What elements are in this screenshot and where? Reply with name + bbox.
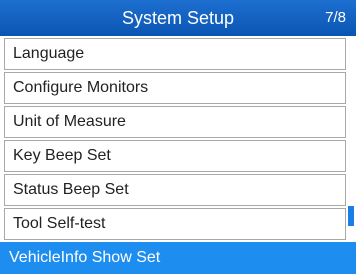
title-bar: System Setup 7/8 xyxy=(0,0,356,36)
menu-item-status-beep-set[interactable]: Status Beep Set xyxy=(4,174,346,206)
page-indicator: 7/8 xyxy=(325,9,346,26)
menu-item-tool-self-test[interactable]: Tool Self-test xyxy=(4,208,346,240)
menu-item-unit-of-measure[interactable]: Unit of Measure xyxy=(4,106,346,138)
setup-menu: Language Configure Monitors Unit of Meas… xyxy=(0,36,356,274)
menu-item-language[interactable]: Language xyxy=(4,38,346,70)
scrollbar-thumb[interactable] xyxy=(348,206,354,226)
screen-title: System Setup xyxy=(121,8,235,28)
menu-item-configure-monitors[interactable]: Configure Monitors xyxy=(4,72,346,104)
menu-item-vehicleinfo-show-set[interactable]: VehicleInfo Show Set xyxy=(0,242,356,274)
menu-item-key-beep-set[interactable]: Key Beep Set xyxy=(4,140,346,172)
